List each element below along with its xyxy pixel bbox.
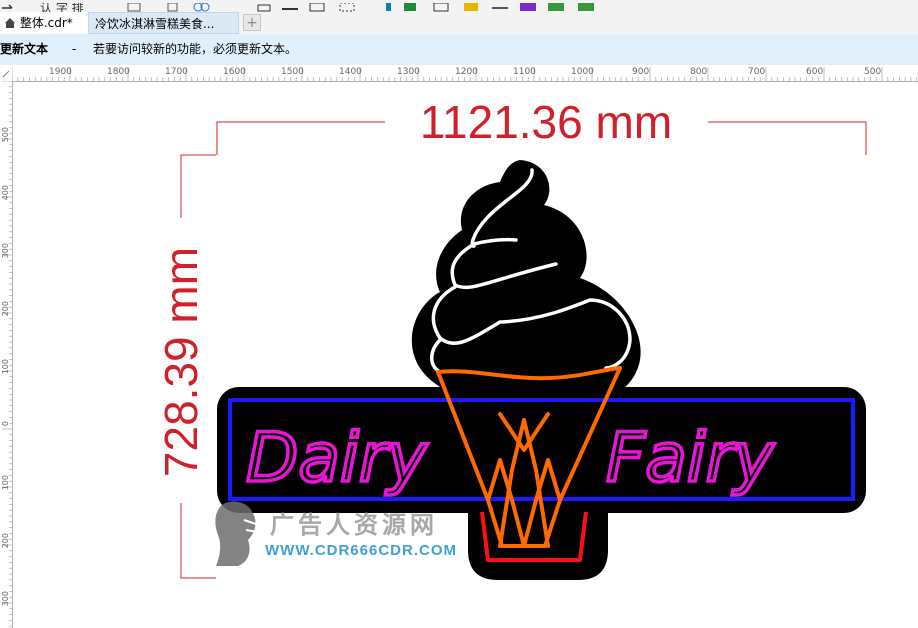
ruler-v-label: 300 xyxy=(1,243,10,259)
ruler-h-label: 600 xyxy=(806,67,824,77)
ruler-v-label: 300 xyxy=(1,591,10,607)
ruler-h-label: 1600 xyxy=(223,67,246,77)
align-icon[interactable] xyxy=(257,4,298,12)
ruler-h-label: 1700 xyxy=(165,67,188,77)
update-infobar: 更新文本 - 若要访问较新的功能，必须更新文本。 xyxy=(0,34,918,66)
watermark-url: WWW.CDR666CDR.COM xyxy=(265,542,457,559)
tab-doc-2-label: 冷饮冰淇淋雪糕美食... xyxy=(95,17,215,31)
ruler-h-label: 1400 xyxy=(339,67,362,77)
tab-doc-1-label: 整体.cdr* xyxy=(19,16,73,30)
ruler-h-label: 1200 xyxy=(455,67,478,77)
new-tab-button[interactable]: + xyxy=(243,14,261,31)
infobar-title: 更新文本 xyxy=(0,42,49,56)
ruler-h-label: 700 xyxy=(748,67,766,77)
artwork[interactable]: 1121.36 mm 728.39 mm Dairy Fairy 广告人资源网 … xyxy=(13,82,918,628)
tab-doc-1[interactable]: 整体.cdr* xyxy=(0,12,88,34)
height-dimension-label: 728.39 mm xyxy=(155,247,207,477)
infobar-message[interactable]: 若要访问较新的功能，必须更新文本。 xyxy=(93,34,297,65)
ruler-v-label: 200 xyxy=(1,301,10,317)
blend-icon[interactable] xyxy=(193,2,210,12)
ruler-h-label: 1500 xyxy=(281,67,304,77)
watermark-text: 广告人资源网 xyxy=(270,511,438,539)
ruler-h-label: 1800 xyxy=(107,67,130,77)
vertical-ruler[interactable]: 500 400 300 200 100 0 100 200 300 xyxy=(0,81,13,628)
ruler-v-label: 500 xyxy=(1,127,10,143)
ruler-h-label: 1000 xyxy=(571,67,594,77)
arrow-icon[interactable] xyxy=(2,4,13,9)
tab-doc-2[interactable]: 冷饮冰淇淋雪糕美食... xyxy=(88,12,239,34)
horizontal-ruler[interactable]: 1900 1800 1700 1600 1500 1400 1300 1200 … xyxy=(12,65,918,82)
ruler-v-label: 100 xyxy=(1,475,10,491)
ruler-v-label: 0 xyxy=(1,421,10,427)
sign-right-word: Fairy xyxy=(606,419,775,498)
infobar-separator: - xyxy=(72,42,77,56)
ruler-h-label: 1900 xyxy=(49,67,72,77)
ruler-h-label: 1300 xyxy=(397,67,420,77)
copy-icon[interactable] xyxy=(127,2,141,12)
ruler-h-label: 500 xyxy=(864,67,882,77)
ruler-v-label: 200 xyxy=(1,533,10,549)
node-icon[interactable] xyxy=(309,2,355,12)
ruler-v-label: 400 xyxy=(1,185,10,201)
home-icon xyxy=(5,18,15,28)
ruler-h-label: 900 xyxy=(632,67,650,77)
width-dimension-label: 1121.36 mm xyxy=(420,96,672,148)
watermark-logo xyxy=(215,501,259,566)
sign-left-word: Dairy xyxy=(246,419,428,498)
watermark: 广告人资源网 WWW.CDR666CDR.COM xyxy=(215,501,457,566)
page-icon[interactable] xyxy=(167,2,178,12)
drawing-canvas[interactable]: 1121.36 mm 728.39 mm Dairy Fairy 广告人资源网 … xyxy=(13,82,918,628)
ruler-h-label: 1100 xyxy=(513,67,536,77)
document-tabbar: 整体.cdr* 冷饮冰淇淋雪糕美食... + xyxy=(0,12,918,35)
ruler-v-label: 100 xyxy=(1,359,10,375)
height-dimension[interactable]: 728.39 mm xyxy=(155,154,216,579)
width-dimension[interactable]: 1121.36 mm xyxy=(216,96,867,155)
ruler-h-label: 800 xyxy=(690,67,708,77)
color-icons[interactable] xyxy=(386,2,594,12)
